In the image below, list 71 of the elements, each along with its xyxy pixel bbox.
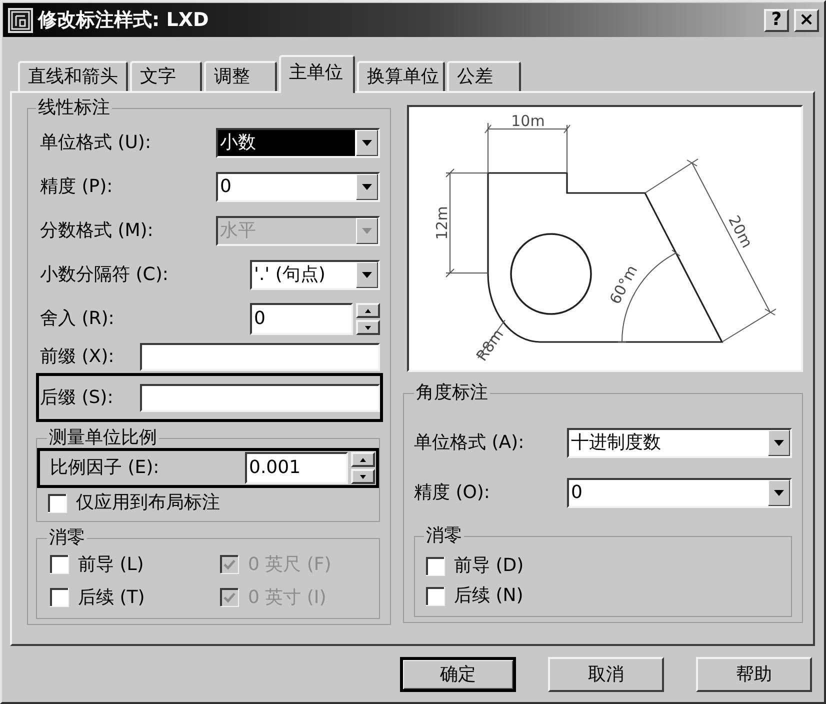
checkbox[interactable] — [50, 588, 69, 607]
dropdown-arrow-icon[interactable] — [768, 430, 790, 456]
caret-down-icon — [365, 326, 371, 330]
field-label: 比例因子 (E): — [50, 459, 160, 477]
checkbox-label: 后续 (N) — [454, 587, 524, 605]
field-label: 单位格式 (A): — [414, 434, 524, 452]
dropdown[interactable]: 小数 — [216, 128, 380, 158]
dialog-button[interactable]: 确定 — [400, 657, 516, 692]
dropdown-value: 0 — [219, 175, 232, 199]
dropdown[interactable]: 0 — [216, 172, 380, 202]
field-label: 单位格式 (U): — [40, 134, 152, 152]
group-title: 测量单位比例 — [48, 428, 158, 448]
checkbox-label: 前导 (D) — [454, 557, 524, 575]
spin-up-button[interactable] — [356, 303, 380, 318]
dropdown-arrow-icon[interactable] — [356, 130, 378, 156]
dropdown-value: '.' (句点) — [253, 263, 326, 287]
field-label: 小数分隔符 (C): — [40, 266, 168, 284]
number-field[interactable]: 0.001 — [245, 452, 348, 484]
dialog-button[interactable]: 取消 — [548, 657, 664, 692]
dimension-label: 12m — [433, 206, 451, 240]
dropdown-arrow-icon[interactable] — [768, 480, 790, 506]
checkbox[interactable] — [426, 586, 445, 606]
checkbox-label: 前导 (L) — [78, 556, 144, 574]
tab[interactable]: 直线和箭头 — [18, 61, 128, 91]
tab[interactable]: 换算单位 — [357, 61, 445, 91]
field-label: 精度 (O): — [414, 484, 490, 502]
field-label: 后缀 (S): — [40, 388, 114, 406]
group-title: 消零 — [48, 528, 86, 548]
checkbox-label: 0 英寸 (I) — [248, 588, 326, 606]
caret-down-icon — [360, 474, 366, 478]
window-title: 修改标注样式: LXD — [38, 8, 209, 33]
checkbox-label: 后续 (T) — [78, 588, 145, 606]
dropdown-value: 十进制度数 — [570, 431, 662, 455]
dropdown-arrow-icon[interactable] — [356, 174, 378, 200]
field-label: 精度 (P): — [40, 178, 113, 196]
field-label: 分数格式 (M): — [40, 222, 154, 240]
checkbox[interactable] — [50, 555, 69, 574]
caret-up-icon — [365, 308, 371, 312]
group-title: 线性标注 — [37, 98, 111, 118]
tab[interactable]: 调整 — [204, 61, 277, 91]
group-title: 消零 — [425, 526, 463, 546]
dropdown[interactable]: 0 — [567, 478, 792, 508]
dialog-button[interactable]: 帮助 — [696, 657, 812, 692]
dropdown-value: 水平 — [219, 219, 257, 243]
spin-down-button[interactable] — [356, 320, 380, 335]
caret-up-icon — [360, 458, 366, 462]
app-icon — [8, 8, 33, 32]
tab[interactable]: 公差 — [447, 61, 521, 91]
group-title: 角度标注 — [415, 383, 489, 403]
field-label: 舍入 (R): — [40, 310, 114, 328]
dimension-label: 20m — [724, 212, 756, 251]
tab[interactable]: 主单位 — [279, 55, 355, 93]
checkbox[interactable] — [426, 556, 445, 576]
checkbox[interactable] — [48, 494, 67, 512]
field-label: 前缀 (X): — [40, 348, 114, 366]
dropdown-value: 小数 — [218, 130, 355, 156]
close-button[interactable]: × — [794, 8, 819, 32]
dropdown-value: 0 — [570, 481, 584, 505]
dimension-label: 10m — [511, 112, 545, 130]
spin-down-button[interactable] — [351, 469, 375, 484]
dropdown[interactable]: '.' (句点) — [250, 260, 380, 290]
text-field[interactable] — [140, 343, 380, 371]
help-button[interactable]: ? — [764, 8, 789, 32]
checkbox-label: 0 英尺 (F) — [248, 556, 332, 574]
dropdown[interactable]: 十进制度数 — [567, 428, 792, 458]
text-field[interactable] — [140, 384, 380, 412]
checkbox-label: 仅应用到布局标注 — [76, 494, 220, 512]
dropdown-arrow-icon[interactable] — [356, 262, 378, 288]
number-field[interactable]: 0 — [250, 303, 353, 335]
tab[interactable]: 文字 — [130, 61, 202, 91]
spin-up-button[interactable] — [351, 452, 375, 467]
